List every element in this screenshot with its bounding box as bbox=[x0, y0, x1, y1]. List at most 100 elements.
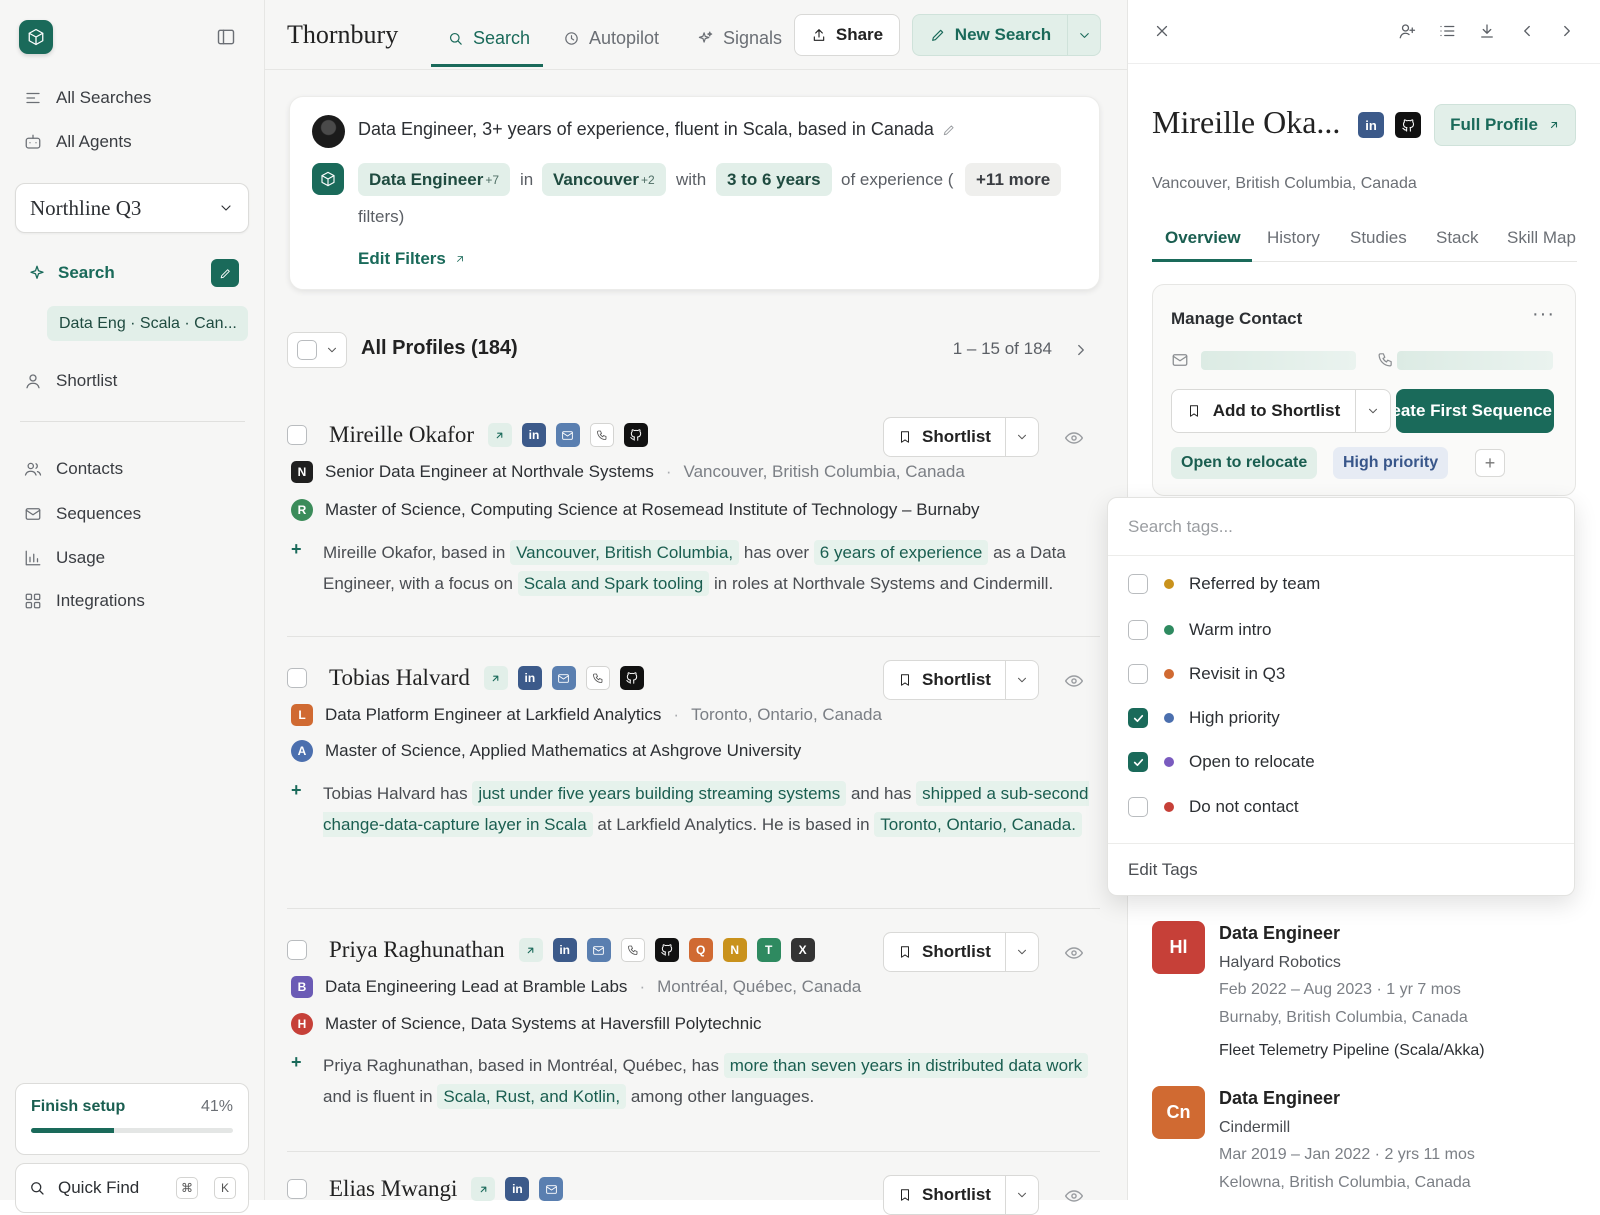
tag-checkbox[interactable] bbox=[1128, 708, 1148, 728]
sidebar-toggle-icon[interactable] bbox=[216, 27, 236, 47]
tag-option[interactable]: High priority bbox=[1128, 708, 1280, 728]
github-icon[interactable] bbox=[654, 938, 679, 962]
pencil-icon[interactable] bbox=[942, 123, 956, 137]
linkedin-icon[interactable]: in bbox=[552, 938, 577, 962]
chevron-right-icon[interactable] bbox=[1558, 22, 1576, 40]
github-icon[interactable] bbox=[623, 423, 648, 447]
linkedin-icon[interactable]: in bbox=[517, 666, 542, 690]
profile-name[interactable]: Tobias Halvard bbox=[329, 665, 470, 691]
tab-history[interactable]: History bbox=[1267, 228, 1320, 248]
sidebar-item-all-agents[interactable]: All Agents bbox=[24, 132, 132, 152]
tag-option[interactable]: Do not contact bbox=[1128, 797, 1299, 817]
tag-checkbox[interactable] bbox=[1128, 797, 1148, 817]
close-icon[interactable] bbox=[1153, 22, 1171, 40]
profile-checkbox[interactable] bbox=[287, 1179, 307, 1199]
github-icon[interactable] bbox=[1395, 112, 1421, 138]
tab-autopilot[interactable]: Autopilot bbox=[563, 28, 659, 49]
shortlist-button[interactable]: Shortlist bbox=[884, 661, 1006, 699]
tab-signals[interactable]: Signals bbox=[697, 28, 782, 49]
eye-icon[interactable] bbox=[1064, 428, 1084, 448]
linkedin-icon[interactable]: in bbox=[505, 1177, 530, 1201]
create-sequence-button[interactable]: Create First Sequence bbox=[1396, 389, 1554, 433]
email-icon[interactable] bbox=[586, 938, 611, 962]
sidebar-item-sequences[interactable]: Sequences bbox=[24, 504, 141, 524]
saved-search-item[interactable]: Data Eng · Scala · Can... bbox=[47, 306, 248, 341]
tab-stack[interactable]: Stack bbox=[1436, 228, 1479, 248]
profile-name[interactable]: Mireille Okafor bbox=[329, 422, 474, 448]
phone-icon[interactable] bbox=[585, 666, 610, 690]
edit-filters-link[interactable]: Edit Filters bbox=[358, 249, 466, 269]
workspace-select[interactable]: Northline Q3 bbox=[15, 183, 249, 233]
edit-tags-button[interactable]: Edit Tags bbox=[1128, 860, 1198, 880]
tag-checkbox[interactable] bbox=[1128, 620, 1148, 640]
sidebar-item-all-searches[interactable]: All Searches bbox=[24, 88, 151, 108]
select-all-dropdown[interactable] bbox=[287, 332, 347, 368]
filter-chip-location[interactable]: Vancouver +2 bbox=[542, 163, 666, 196]
eye-icon[interactable] bbox=[1064, 1186, 1084, 1206]
open-profile-icon[interactable] bbox=[518, 938, 543, 962]
select-all-checkbox[interactable] bbox=[297, 340, 317, 360]
tag-option[interactable]: Referred by team bbox=[1128, 574, 1320, 594]
finish-setup-card[interactable]: Finish setup 41% bbox=[15, 1083, 249, 1155]
add-to-shortlist-button[interactable]: Add to Shortlist bbox=[1172, 390, 1356, 432]
tag-option[interactable]: Warm intro bbox=[1128, 620, 1272, 640]
x-icon[interactable]: X bbox=[790, 938, 815, 962]
sidebar-item-usage[interactable]: Usage bbox=[24, 548, 105, 568]
profile-name[interactable]: Elias Mwangi bbox=[329, 1176, 457, 1202]
shortlist-button[interactable]: Shortlist bbox=[884, 933, 1006, 971]
email-icon[interactable] bbox=[539, 1177, 564, 1201]
eye-icon[interactable] bbox=[1064, 671, 1084, 691]
linkedin-icon[interactable]: in bbox=[521, 423, 546, 447]
chevron-left-icon[interactable] bbox=[1518, 22, 1536, 40]
github-icon[interactable] bbox=[619, 666, 644, 690]
more-options-icon[interactable]: ··· bbox=[1532, 303, 1555, 326]
profile-checkbox[interactable] bbox=[287, 940, 307, 960]
shortlist-button[interactable]: Shortlist bbox=[884, 418, 1006, 456]
linkedin-icon[interactable]: in bbox=[1358, 112, 1384, 138]
new-search-button[interactable]: New Search bbox=[912, 14, 1068, 56]
sidebar-item-integrations[interactable]: Integrations bbox=[24, 591, 145, 611]
tab-skill-map[interactable]: Skill Map bbox=[1507, 228, 1576, 248]
filter-chip-experience[interactable]: 3 to 6 years bbox=[716, 163, 832, 196]
shortlist-button[interactable]: Shortlist bbox=[884, 1176, 1006, 1214]
shortlist-dropdown[interactable] bbox=[1006, 430, 1038, 444]
add-to-shortlist-dropdown[interactable] bbox=[1356, 404, 1390, 418]
full-profile-button[interactable]: Full Profile bbox=[1434, 104, 1576, 146]
quick-find-button[interactable]: Quick Find ⌘ K bbox=[15, 1163, 249, 1213]
tab-search[interactable]: Search bbox=[447, 28, 530, 49]
app-logo[interactable] bbox=[19, 20, 53, 54]
eye-icon[interactable] bbox=[1064, 943, 1084, 963]
tab-studies[interactable]: Studies bbox=[1350, 228, 1407, 248]
new-search-edit-button[interactable] bbox=[211, 259, 239, 287]
new-search-dropdown-button[interactable] bbox=[1067, 14, 1101, 56]
filter-chip-more[interactable]: +11 more bbox=[965, 163, 1062, 196]
sidebar-item-search[interactable]: Search bbox=[28, 259, 239, 287]
profile-name[interactable]: Priya Raghunathan bbox=[329, 937, 505, 963]
download-icon[interactable] bbox=[1478, 22, 1496, 40]
email-icon[interactable] bbox=[551, 666, 576, 690]
phone-icon[interactable] bbox=[620, 938, 645, 962]
tag-checkbox[interactable] bbox=[1128, 574, 1148, 594]
next-page-button[interactable] bbox=[1072, 341, 1090, 359]
profile-checkbox[interactable] bbox=[287, 668, 307, 688]
social-n-icon[interactable]: N bbox=[722, 938, 747, 962]
share-button[interactable]: Share bbox=[794, 14, 900, 56]
sidebar-item-shortlist[interactable]: Shortlist bbox=[24, 371, 117, 391]
open-profile-icon[interactable] bbox=[471, 1177, 496, 1201]
filter-chip-role[interactable]: Data Engineer +7 bbox=[358, 163, 510, 196]
social-t-icon[interactable]: T bbox=[756, 938, 781, 962]
list-icon[interactable] bbox=[1438, 22, 1456, 40]
tag-checkbox[interactable] bbox=[1128, 752, 1148, 772]
query-text-row[interactable]: Data Engineer, 3+ years of experience, f… bbox=[358, 119, 956, 140]
add-tag-button[interactable]: + bbox=[1475, 449, 1505, 477]
tag-search-input[interactable] bbox=[1128, 516, 1554, 537]
open-profile-icon[interactable] bbox=[487, 423, 512, 447]
profile-checkbox[interactable] bbox=[287, 425, 307, 445]
tab-overview[interactable]: Overview bbox=[1165, 228, 1241, 248]
open-profile-icon[interactable] bbox=[483, 666, 508, 690]
tag-option[interactable]: Revisit in Q3 bbox=[1128, 664, 1285, 684]
shortlist-dropdown[interactable] bbox=[1006, 945, 1038, 959]
add-user-icon[interactable] bbox=[1398, 22, 1416, 40]
phone-icon[interactable] bbox=[589, 423, 614, 447]
email-icon[interactable] bbox=[555, 423, 580, 447]
